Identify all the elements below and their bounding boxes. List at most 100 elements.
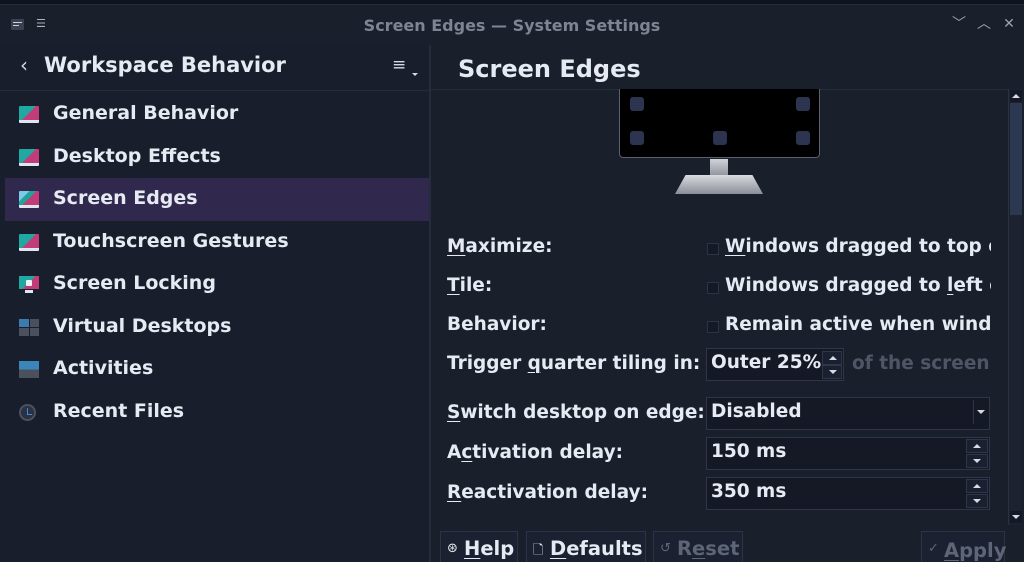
screen-edges-monitor-preview — [619, 89, 820, 209]
monitor-screen — [619, 89, 820, 158]
sidebar-item-recent-files[interactable]: Recent Files — [5, 391, 429, 434]
label-text: R — [677, 537, 693, 560]
edge-right-button[interactable] — [796, 131, 810, 145]
help-button[interactable]: ⊛ Help — [440, 531, 518, 562]
label-text: uarter tiling in: — [540, 353, 701, 374]
sidebar-item-screen-locking[interactable]: Screen Locking — [5, 263, 429, 306]
mnemonic: W — [725, 236, 746, 257]
maximize-checkbox-label[interactable]: Windows dragged to top edge — [725, 236, 991, 257]
label-text: A — [447, 442, 462, 463]
quarter-tiling-suffix: of the screen — [852, 353, 990, 374]
tile-label: Tile: — [447, 275, 492, 296]
maximize-button[interactable]: ︿ — [975, 15, 993, 33]
sidebar-item-virtual-desktops[interactable]: Virtual Desktops — [5, 306, 429, 349]
edge-top-left-button[interactable] — [630, 97, 644, 111]
mnemonic: c — [461, 442, 473, 463]
edge-left-button[interactable] — [630, 131, 644, 145]
virtual-desktops-icon — [19, 318, 39, 336]
vertical-scrollbar[interactable] — [1008, 89, 1022, 525]
edge-top-right-button[interactable] — [796, 97, 810, 111]
screen-locking-icon — [19, 276, 39, 293]
menu-caret-icon — [412, 73, 418, 76]
increment-button[interactable] — [966, 439, 988, 453]
edge-bottom-button[interactable] — [713, 131, 727, 145]
apply-label: Apply — [944, 539, 1006, 562]
page-title: Screen Edges — [458, 55, 641, 83]
activities-icon — [19, 361, 39, 378]
reset-icon: ↺ — [660, 541, 671, 556]
mnemonic: T — [447, 275, 460, 296]
sidebar: ‹ Workspace Behavior ≡ General Behavior … — [0, 45, 429, 562]
recent-files-icon — [19, 403, 36, 421]
general-behavior-icon — [19, 106, 39, 123]
maximize-label: Maximize: — [447, 236, 553, 257]
label-text: ile: — [459, 275, 493, 296]
remain-active-checkbox-label[interactable]: Remain active when windows are fullscree… — [725, 314, 991, 335]
chevron-down-icon[interactable] — [973, 400, 987, 424]
mnemonic: H — [464, 537, 481, 560]
mnemonic: e — [692, 537, 706, 560]
increment-button[interactable] — [822, 351, 842, 365]
screen-edges-icon — [19, 191, 39, 208]
mnemonic: S — [447, 402, 461, 423]
scroll-up-button[interactable] — [1010, 90, 1022, 102]
sidebar-item-desktop-effects[interactable]: Desktop Effects — [5, 136, 429, 179]
sidebar-item-label: Recent Files — [53, 399, 185, 422]
back-arrow-icon[interactable]: ‹ — [20, 53, 28, 77]
check-icon: ✓ — [928, 541, 939, 556]
defaults-button[interactable]: 🗋 Defaults — [526, 531, 646, 562]
reset-button[interactable]: ↺ Reset — [653, 531, 743, 562]
switch-desktop-combobox[interactable]: Disabled — [706, 397, 990, 430]
sidebar-item-activities[interactable]: Activities — [5, 348, 429, 391]
main-panel: Screen Edges Maximize: Windows dragged t… — [431, 45, 1024, 562]
defaults-icon: 🗋 — [533, 543, 544, 558]
label-text: eft or right edge — [953, 275, 991, 296]
apply-button[interactable]: ✓ Apply — [921, 531, 1006, 562]
minimize-button[interactable]: ﹀ — [950, 15, 968, 33]
label-text: witch desktop on edge: — [460, 402, 705, 423]
activation-delay-spinbox[interactable]: 150 ms — [706, 437, 990, 470]
switch-desktop-value: Disabled — [711, 401, 802, 422]
label-text: aximize: — [465, 236, 553, 257]
reactivation-delay-value: 350 ms — [711, 481, 787, 502]
sidebar-title: Workspace Behavior — [44, 53, 286, 77]
close-button[interactable]: ✕ — [1000, 15, 1018, 33]
scrollbar-thumb[interactable] — [1010, 103, 1022, 215]
decrement-button[interactable] — [966, 454, 988, 468]
sidebar-list: General Behavior Desktop Effects Screen … — [5, 93, 429, 433]
mnemonic: q — [527, 353, 541, 374]
sidebar-item-label: Screen Locking — [53, 272, 216, 294]
label-text: efaults — [566, 537, 643, 560]
tile-checkbox[interactable] — [707, 282, 719, 294]
sidebar-item-general-behavior[interactable]: General Behavior — [5, 93, 429, 136]
quarter-tiling-spinbox[interactable]: Outer 25% — [706, 348, 844, 381]
sidebar-item-label: Desktop Effects — [53, 144, 221, 167]
sidebar-item-label: Screen Edges — [53, 187, 198, 209]
tile-checkbox-label[interactable]: Windows dragged to left or right edge — [725, 275, 991, 296]
decrement-button[interactable] — [966, 494, 988, 508]
quarter-tiling-label: Trigger quarter tiling in: — [447, 353, 700, 374]
reactivation-delay-spinbox[interactable]: 350 ms — [706, 477, 990, 510]
desktop-effects-icon — [19, 148, 39, 166]
sidebar-item-screen-edges[interactable]: Screen Edges — [5, 178, 429, 221]
hamburger-menu-icon[interactable]: ≡ — [392, 55, 406, 75]
help-icon: ⊛ — [447, 541, 458, 556]
defaults-label: Defaults — [550, 537, 643, 560]
reset-label: Reset — [677, 537, 739, 560]
window-title: Screen Edges — System Settings — [363, 16, 661, 35]
label-text: elp — [480, 537, 515, 560]
switch-desktop-label: Switch desktop on edge: — [447, 402, 705, 423]
activation-delay-value: 150 ms — [711, 441, 787, 462]
label-text: tivation delay: — [472, 442, 624, 463]
scroll-down-button[interactable] — [1010, 511, 1022, 523]
decrement-button[interactable] — [822, 365, 842, 379]
remain-active-checkbox[interactable] — [707, 321, 719, 333]
maximize-checkbox[interactable] — [707, 243, 719, 255]
quarter-tiling-value: Outer 25% — [711, 352, 822, 373]
monitor-stand-base — [675, 175, 763, 194]
increment-button[interactable] — [966, 479, 988, 493]
sidebar-item-touchscreen-gestures[interactable]: Touchscreen Gestures — [5, 221, 429, 264]
sidebar-item-label: Activities — [53, 357, 154, 379]
mnemonic: R — [447, 482, 462, 503]
sidebar-header: ‹ Workspace Behavior ≡ — [0, 45, 429, 91]
